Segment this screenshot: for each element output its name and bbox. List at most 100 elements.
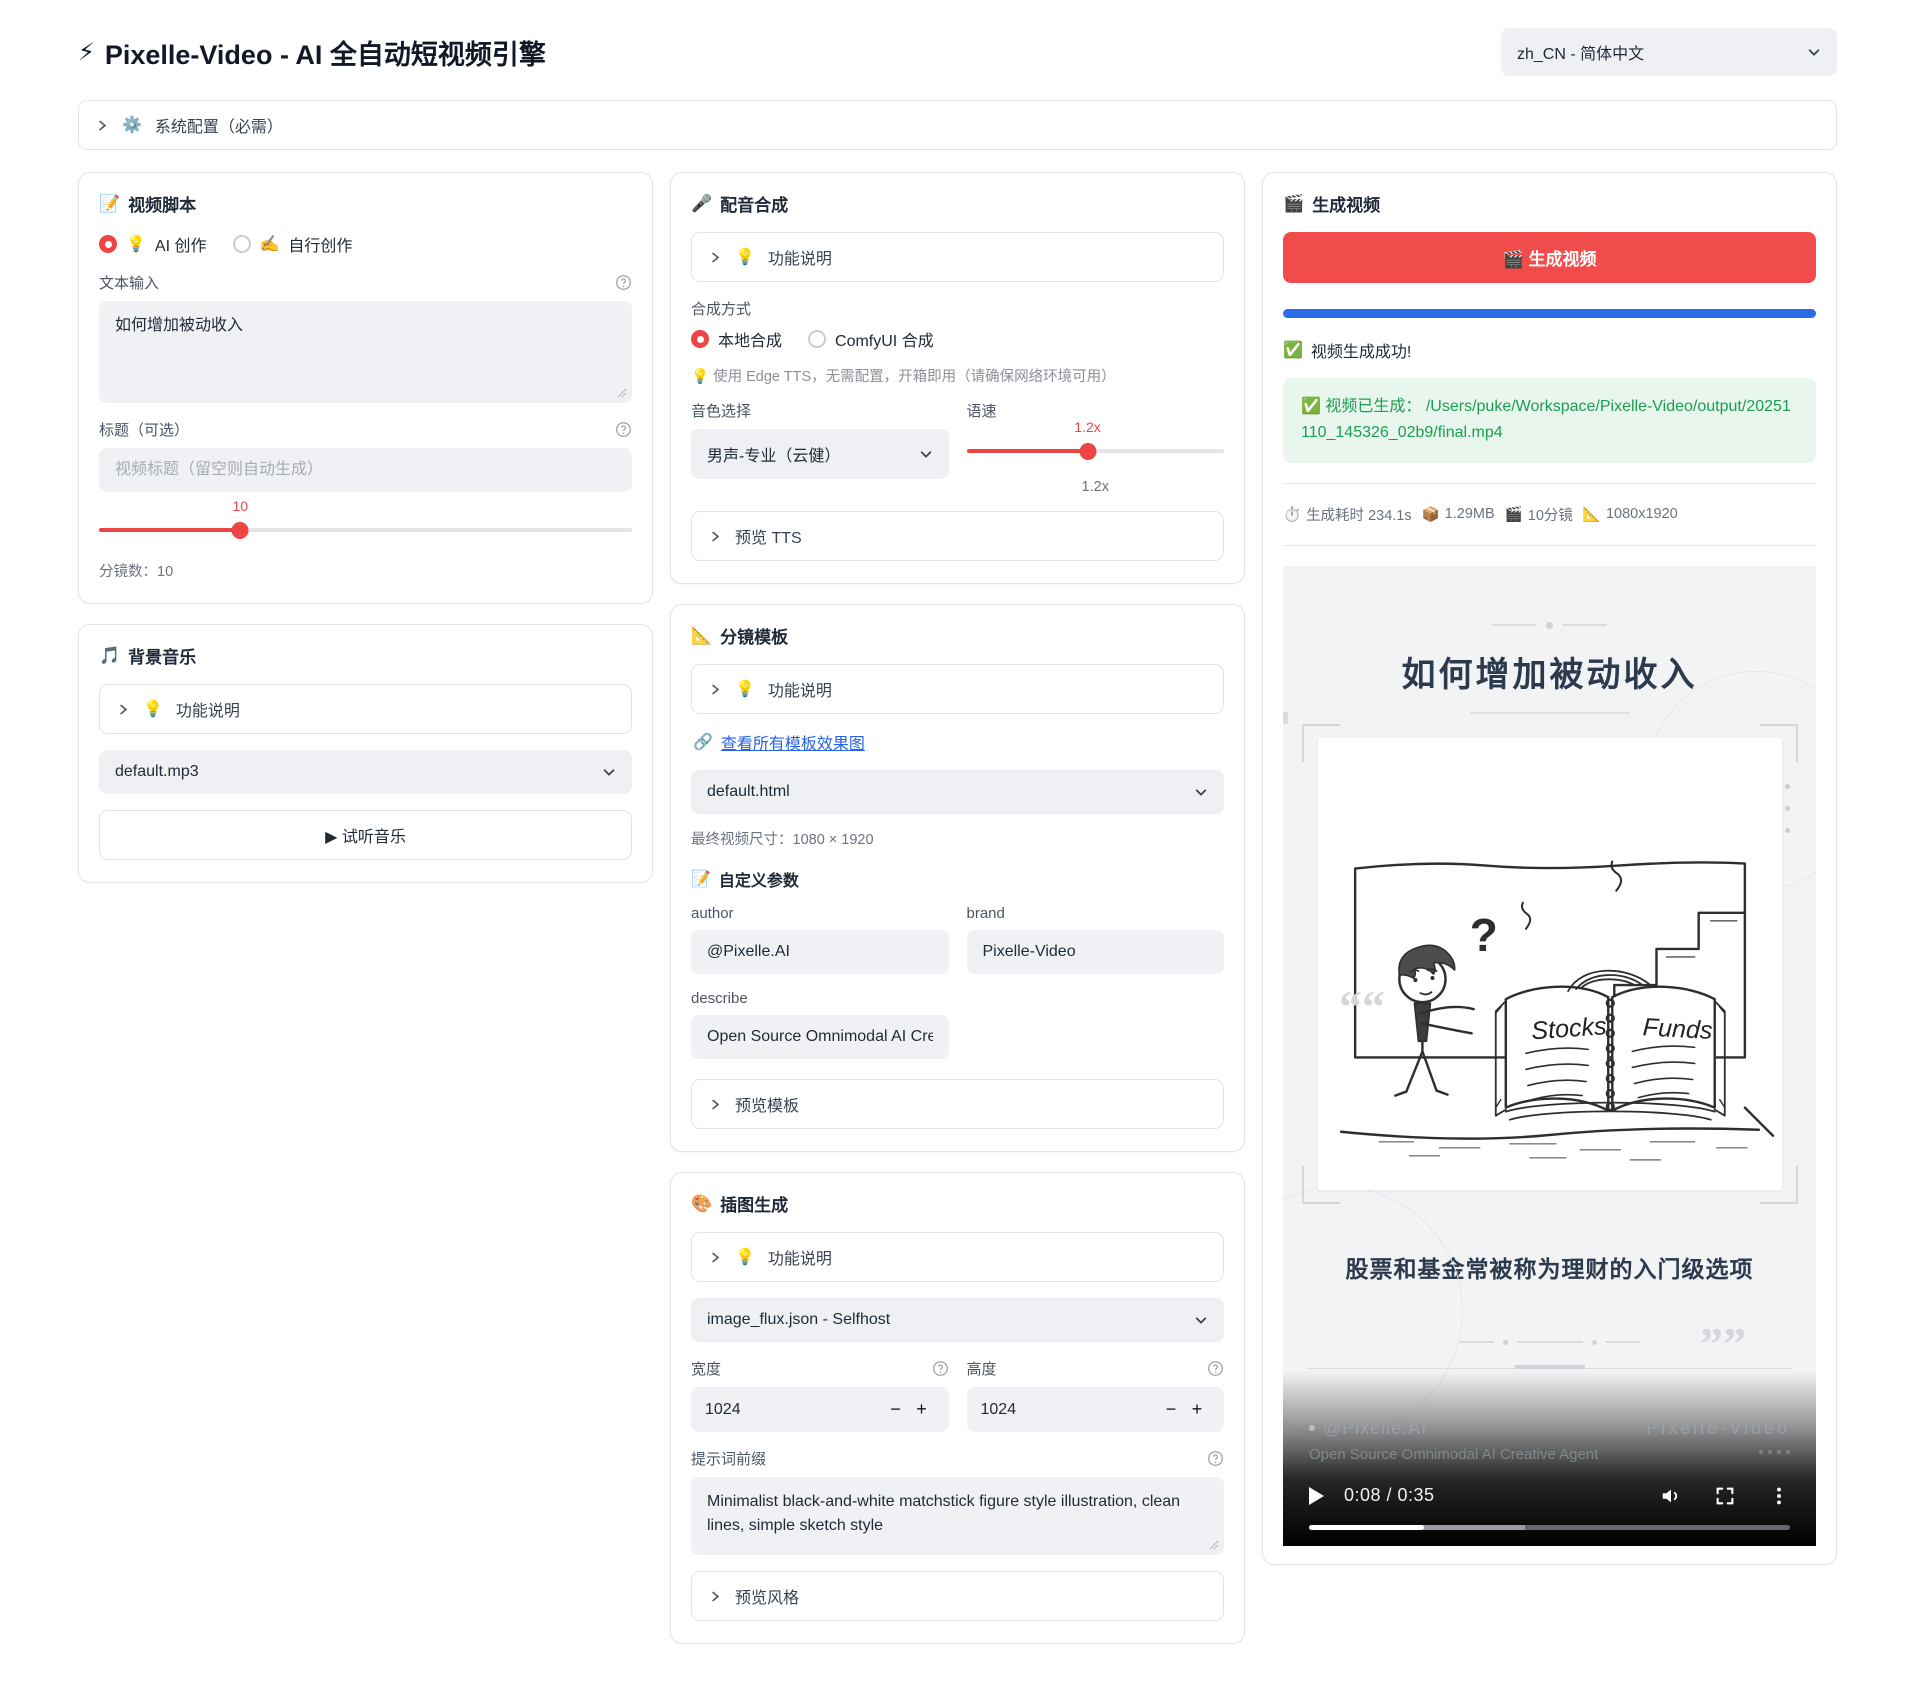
decor-notch	[1515, 1365, 1585, 1369]
help-icon[interactable]	[615, 274, 632, 291]
author-input[interactable]	[691, 930, 949, 974]
speed-readout: 1.2x	[967, 479, 1225, 495]
system-config-accordion[interactable]: ⚙️ 系统配置（必需）	[78, 100, 1837, 150]
play-music-button[interactable]: ▶ 试听音乐	[99, 810, 632, 860]
image-tips-accordion[interactable]: 💡 功能说明	[691, 1232, 1224, 1282]
workflow-dropdown[interactable]: image_flux.json - Selfhost	[691, 1298, 1224, 1342]
template-preview-label: 预览模板	[735, 1092, 799, 1116]
plus-icon[interactable]: +	[1184, 1399, 1210, 1420]
music-card: 🎵 背景音乐 💡 功能说明 default.mp3 ▶ 试听音乐	[78, 624, 653, 883]
template-preview-accordion[interactable]: 预览模板	[691, 1079, 1224, 1129]
speed-value-tag: 1.2x	[1074, 419, 1100, 435]
radio-ai-create[interactable]: 💡 AI 创作	[99, 232, 207, 256]
text-input-label: 文本输入	[99, 272, 159, 293]
tts-card-title: 配音合成	[720, 191, 788, 216]
voice-value: 男声-专业（云健）	[707, 442, 840, 466]
minus-icon[interactable]: −	[883, 1399, 909, 1420]
chevron-right-icon	[117, 703, 130, 716]
book-right-label: Funds	[1642, 1013, 1714, 1045]
success-message: ✅ 视频生成成功!	[1283, 338, 1816, 362]
bulb-icon: 💡	[126, 234, 146, 254]
decor-quote-icon: ””	[1700, 1321, 1746, 1367]
app-title-wrap: ⚡ Pixelle-Video - AI 全自动短视频引擎	[78, 33, 546, 72]
describe-input[interactable]	[691, 1015, 949, 1059]
radio-comfyui-synthesis[interactable]: ComfyUI 合成	[808, 327, 934, 351]
fullscreen-icon[interactable]	[1714, 1485, 1736, 1507]
video-played-fill	[1309, 1525, 1424, 1530]
clapper-icon: 🎬	[1503, 250, 1524, 269]
language-value: zh_CN - 简体中文	[1517, 40, 1644, 64]
speed-slider[interactable]: 1.2x	[967, 443, 1225, 459]
music-file-dropdown[interactable]: default.mp3	[99, 750, 632, 794]
brand-input[interactable]	[967, 930, 1225, 974]
chevron-down-icon	[1807, 45, 1821, 59]
result-path-box: ✅ 视频已生成： /Users/puke/Workspace/Pixelle-V…	[1283, 378, 1816, 463]
radio-comfyui-label: ComfyUI 合成	[835, 327, 934, 351]
radio-self-label: 自行创作	[288, 232, 352, 256]
language-dropdown[interactable]: zh_CN - 简体中文	[1501, 28, 1837, 76]
radio-local-label: 本地合成	[718, 327, 782, 351]
plus-icon[interactable]: +	[909, 1399, 935, 1420]
tts-preview-accordion[interactable]: 预览 TTS	[691, 511, 1224, 561]
radio-self-create[interactable]: ✍️ 自行创作	[233, 232, 353, 256]
minus-icon[interactable]: −	[1158, 1399, 1184, 1420]
app-page: ⚡ Pixelle-Video - AI 全自动短视频引擎 zh_CN - 简体…	[0, 0, 1915, 1684]
chevron-right-icon	[709, 1098, 722, 1111]
template-file-dropdown[interactable]: default.html	[691, 770, 1224, 814]
image-card: 🎨 插图生成 💡 功能说明 image_flux.json - Selfhost…	[670, 1172, 1245, 1644]
view-templates-link[interactable]: 查看所有模板效果图	[721, 730, 865, 754]
topic-textarea[interactable]: 如何增加被动收入	[99, 301, 632, 403]
radio-unselected-icon	[233, 235, 251, 253]
resize-grip-icon[interactable]	[1209, 1540, 1219, 1550]
play-music-label: 试听音乐	[342, 829, 406, 846]
voice-dropdown[interactable]: 男声-专业（云健）	[691, 429, 949, 479]
generate-card: 🎬 生成视频 🎬 生成视频 ✅ 视频生成成功! ✅ 视频已生成： /Users/…	[1262, 172, 1837, 1565]
generate-card-title: 生成视频	[1312, 191, 1380, 216]
chevron-down-icon	[602, 765, 616, 779]
play-button[interactable]	[1309, 1487, 1324, 1505]
describe-label: describe	[691, 990, 748, 1007]
system-config-label: 系统配置（必需）	[155, 113, 283, 137]
volume-icon[interactable]	[1660, 1485, 1682, 1507]
height-stepper: − +	[967, 1387, 1225, 1432]
watermark-subtitle: Open Source Omnimodal AI Creative Agent	[1309, 1446, 1598, 1463]
template-file-value: default.html	[707, 783, 790, 801]
help-icon[interactable]	[615, 421, 632, 438]
help-icon[interactable]	[1207, 1360, 1224, 1377]
radio-selected-icon	[691, 330, 709, 348]
stopwatch-icon: ⏱️	[1283, 506, 1301, 523]
video-overlay: @Pixelle.AI Open Source Omnimodal AI Cre…	[1283, 1371, 1816, 1546]
storyboard-count-text: 分镜数：10	[99, 560, 632, 581]
slider-handle[interactable]	[232, 522, 249, 539]
help-icon[interactable]	[1207, 1450, 1224, 1467]
kebab-menu-icon[interactable]	[1768, 1485, 1790, 1507]
style-preview-accordion[interactable]: 预览风格	[691, 1571, 1224, 1621]
resize-grip-icon[interactable]	[617, 388, 627, 398]
width-input[interactable]	[705, 1401, 883, 1419]
question-mark: ?	[1469, 909, 1497, 961]
radio-local-synthesis[interactable]: 本地合成	[691, 327, 782, 351]
chevron-right-icon	[709, 1251, 722, 1264]
height-input[interactable]	[981, 1401, 1159, 1419]
video-progress-bar[interactable]	[1309, 1525, 1790, 1530]
video-time: 0:08 / 0:35	[1344, 1485, 1435, 1506]
video-player[interactable]: 如何增加被动收入	[1283, 566, 1816, 1546]
generate-video-button[interactable]: 🎬 生成视频	[1283, 232, 1816, 283]
video-title-input[interactable]	[99, 448, 632, 492]
slider-handle[interactable]	[1079, 443, 1096, 460]
prompt-prefix-textarea[interactable]: Minimalist black-and-white matchstick fi…	[691, 1477, 1224, 1555]
chevron-right-icon	[96, 119, 109, 132]
template-card: 📐 分镜模板 💡 功能说明 🔗 查看所有模板效果图 default.html 最…	[670, 604, 1245, 1152]
help-icon[interactable]	[932, 1360, 949, 1377]
storyboard-count-slider[interactable]: 10	[99, 522, 632, 538]
image-tips-label: 功能说明	[768, 1245, 832, 1269]
tts-tips-accordion[interactable]: 💡 功能说明	[691, 232, 1224, 282]
template-card-title: 分镜模板	[720, 623, 788, 648]
memo-icon: 📝	[99, 194, 120, 214]
book-left-label: Stocks	[1530, 1012, 1608, 1045]
music-tips-accordion[interactable]: 💡 功能说明	[99, 684, 632, 734]
illustration-card: ? Stocks Funds	[1318, 738, 1782, 1190]
template-tips-accordion[interactable]: 💡 功能说明	[691, 664, 1224, 714]
left-column: 📝 视频脚本 💡 AI 创作 ✍️ 自行创作 文	[78, 172, 653, 883]
middle-column: 🎤 配音合成 💡 功能说明 合成方式 本地合成 ComfyU	[670, 172, 1245, 1644]
